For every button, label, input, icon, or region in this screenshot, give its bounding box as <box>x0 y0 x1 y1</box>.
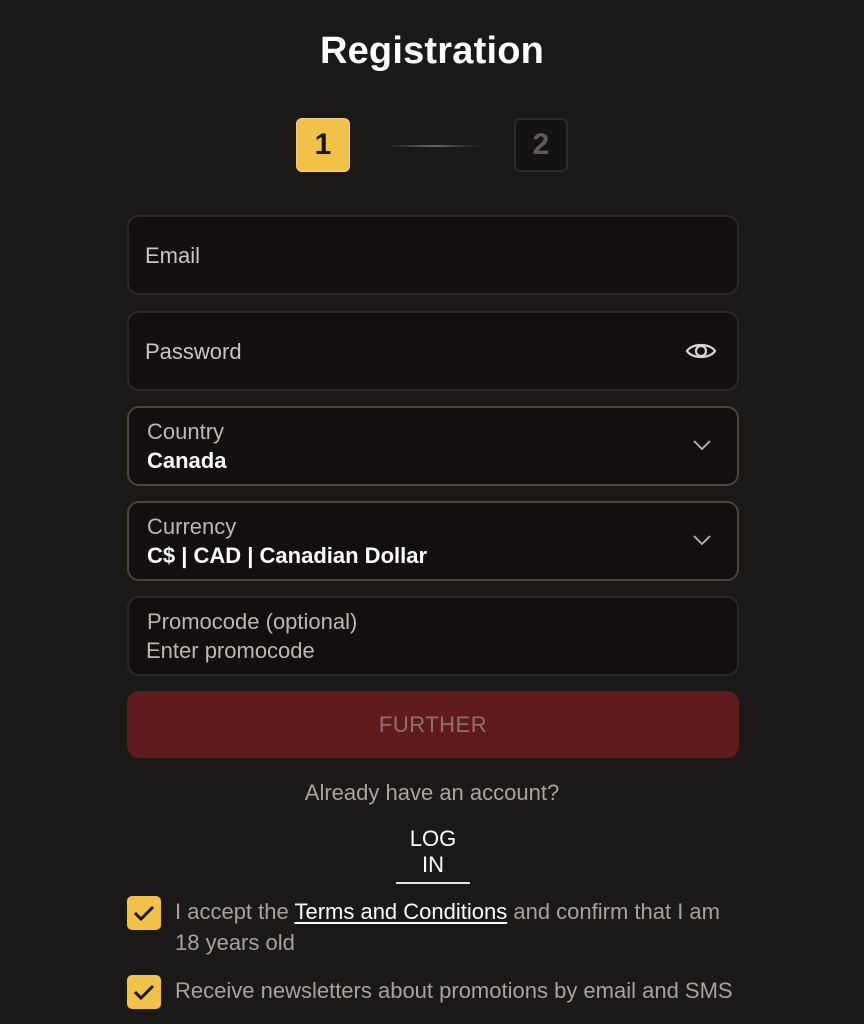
step-2-badge: 2 <box>514 118 568 172</box>
step-connector <box>386 145 480 147</box>
eye-icon[interactable] <box>685 339 717 363</box>
terms-prefix: I accept the <box>175 899 295 924</box>
terms-link[interactable]: Terms and Conditions <box>294 899 507 924</box>
currency-label: Currency <box>147 514 237 539</box>
email-label: Email <box>145 243 201 268</box>
checkmark-icon <box>133 984 155 1001</box>
newsletter-checkbox[interactable] <box>127 975 161 1009</box>
already-have-account-text: Already have an account? <box>304 780 560 805</box>
step-indicator: 1 2 <box>296 118 570 174</box>
chevron-down-icon <box>693 533 711 546</box>
country-value: Canada <box>147 448 227 473</box>
step-1-badge: 1 <box>296 118 350 172</box>
chevron-down-icon <box>693 438 711 451</box>
currency-select[interactable]: Currency C$ | CAD | Canadian Dollar <box>127 501 739 581</box>
password-label: Password <box>145 339 242 364</box>
currency-value: C$ | CAD | Canadian Dollar <box>147 543 428 568</box>
terms-text: I accept the Terms and Conditions and co… <box>175 896 745 958</box>
terms-checkbox[interactable] <box>127 896 161 930</box>
newsletter-text: Receive newsletters about promotions by … <box>175 978 733 1003</box>
country-select[interactable]: Country Canada <box>127 406 739 486</box>
promocode-input[interactable]: Enter promocode <box>146 638 315 664</box>
email-field[interactable]: Email <box>127 215 739 295</box>
password-field[interactable]: Password <box>127 311 739 391</box>
promocode-field[interactable]: Promocode (optional) Enter promocode <box>127 596 739 676</box>
checkmark-icon <box>133 905 155 922</box>
page-title: Registration <box>319 30 545 72</box>
country-label: Country <box>147 419 225 444</box>
login-link[interactable]: LOG IN <box>396 826 470 884</box>
promocode-label: Promocode (optional) <box>147 609 358 634</box>
further-button[interactable]: FURTHER <box>127 691 739 758</box>
